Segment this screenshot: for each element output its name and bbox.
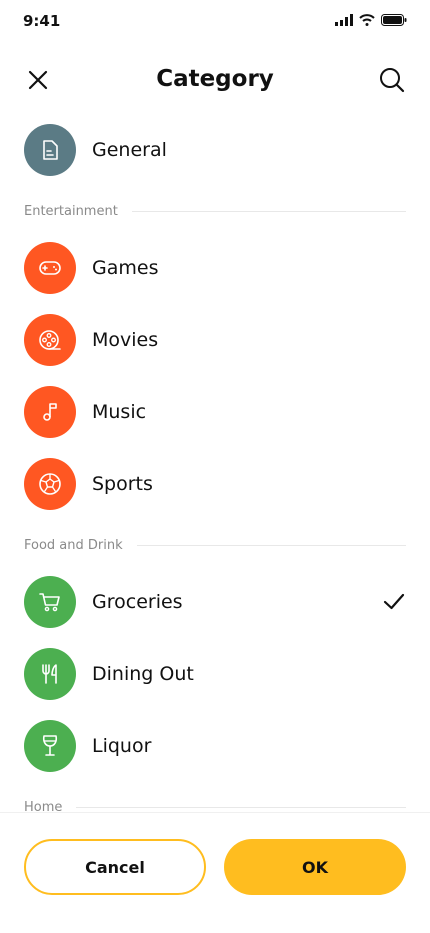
- section-label: Entertainment: [24, 203, 118, 219]
- header: Category: [0, 52, 430, 108]
- music-icon-circle: [24, 386, 76, 438]
- wifi-icon: [359, 14, 375, 26]
- liquor-icon-circle: [24, 720, 76, 772]
- section-label: Food and Drink: [24, 537, 123, 553]
- category-item-liquor[interactable]: Liquor: [0, 710, 430, 782]
- status-bar: 9:41: [0, 0, 430, 44]
- category-label: Games: [92, 257, 159, 279]
- battery-icon: [381, 14, 407, 26]
- footer: Cancel OK: [0, 812, 430, 933]
- film-reel-icon: [39, 330, 61, 350]
- cellular-signal-icon: [335, 14, 353, 26]
- section-divider: [131, 210, 406, 212]
- movies-icon-circle: [24, 314, 76, 366]
- category-label: Liquor: [92, 735, 152, 757]
- section-header-entertainment: Entertainment: [0, 197, 430, 225]
- soccer-ball-icon: [39, 473, 61, 495]
- category-label: Movies: [92, 329, 159, 351]
- category-item-movies[interactable]: Movies: [0, 304, 430, 376]
- category-item-sports[interactable]: Sports: [0, 448, 430, 520]
- section-header-food-and-drink: Food and Drink: [0, 531, 430, 559]
- ok-button[interactable]: OK: [224, 839, 406, 895]
- games-icon-circle: [24, 242, 76, 294]
- dining-out-icon-circle: [24, 648, 76, 700]
- search-icon: [380, 68, 405, 93]
- document-icon: [43, 140, 58, 160]
- section-divider: [136, 544, 406, 546]
- wine-glass-icon: [42, 735, 58, 756]
- gamepad-icon: [39, 261, 61, 275]
- section-header-home: Home: [0, 793, 430, 812]
- groceries-icon-circle: [24, 576, 76, 628]
- music-note-icon: [43, 403, 57, 421]
- page-title: Category: [156, 66, 274, 92]
- shopping-cart-icon: [39, 593, 60, 612]
- sports-icon-circle: [24, 458, 76, 510]
- category-list: General Entertainment Games Movies Music…: [0, 116, 430, 812]
- category-item-general[interactable]: General: [0, 116, 430, 186]
- category-label: Sports: [92, 473, 153, 495]
- category-label: Music: [92, 401, 147, 423]
- section-label: Home: [24, 799, 63, 813]
- search-button[interactable]: [378, 66, 406, 94]
- category-item-music[interactable]: Music: [0, 376, 430, 448]
- general-icon-circle: [24, 124, 76, 176]
- section-divider: [76, 806, 406, 808]
- status-icons: [335, 14, 407, 26]
- cancel-button[interactable]: Cancel: [24, 839, 206, 895]
- category-label: Groceries: [92, 591, 183, 613]
- category-item-groceries[interactable]: Groceries: [0, 566, 430, 638]
- checkmark-icon: [383, 593, 405, 610]
- category-item-dining-out[interactable]: Dining Out: [0, 638, 430, 710]
- category-item-games[interactable]: Games: [0, 232, 430, 304]
- category-label: Dining Out: [92, 663, 194, 685]
- status-time: 9:41: [23, 12, 61, 30]
- category-label: General: [92, 139, 167, 161]
- fork-knife-icon: [42, 664, 57, 684]
